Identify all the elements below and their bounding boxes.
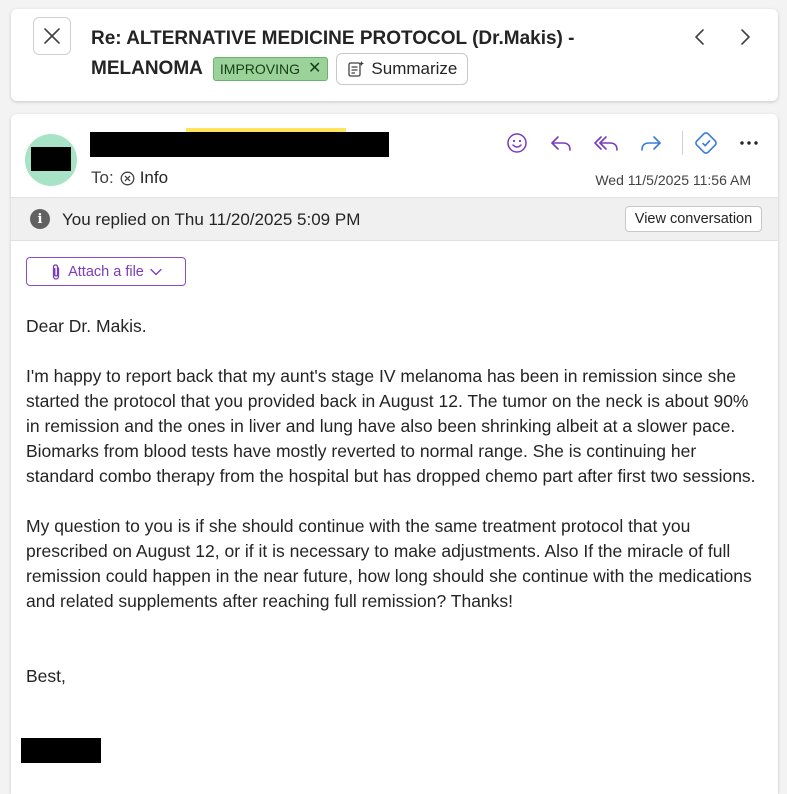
- remove-recipient-icon: [120, 171, 135, 185]
- view-conversation-button[interactable]: View conversation: [625, 206, 762, 232]
- summarize-icon: [348, 61, 365, 77]
- greeting: Dear Dr. Makis.: [26, 316, 147, 336]
- tag-remove-icon[interactable]: ✕: [308, 61, 321, 77]
- close-icon: [44, 28, 60, 44]
- subject-line-1: Re: ALTERNATIVE MEDICINE PROTOCOL (Dr.Ma…: [91, 28, 575, 49]
- copilot-button[interactable]: [691, 128, 721, 158]
- body-paragraph-2: My question to you is if she should cont…: [26, 516, 752, 611]
- email-subject: Re: ALTERNATIVE MEDICINE PROTOCOL (Dr.Ma…: [91, 25, 611, 85]
- closing: Best,: [26, 666, 66, 686]
- avatar[interactable]: [25, 134, 77, 186]
- recipient-chip[interactable]: Info: [120, 168, 168, 188]
- next-message-button[interactable]: [733, 25, 757, 49]
- attach-file-button[interactable]: Attach a file: [26, 257, 186, 286]
- paperclip-icon: [52, 263, 60, 280]
- message-body: Dear Dr. Makis. I'm happy to report back…: [26, 314, 761, 689]
- avatar-redaction: [31, 147, 71, 171]
- chevron-down-icon: [150, 268, 162, 275]
- info-icon: i: [30, 209, 50, 229]
- summarize-label: Summarize: [371, 59, 458, 78]
- close-button[interactable]: [33, 17, 71, 55]
- category-tag[interactable]: IMPROVING ✕: [212, 57, 329, 81]
- toolbar-divider: [682, 131, 683, 155]
- tag-label: IMPROVING: [219, 61, 301, 77]
- sender-name-redaction[interactable]: [90, 132, 389, 157]
- emoji-icon: [507, 133, 527, 153]
- replied-notice: You replied on Thu 11/20/2025 5:09 PM: [62, 210, 361, 229]
- body-paragraph-1: I'm happy to report back that my aunt's …: [26, 366, 756, 486]
- forward-button[interactable]: [636, 128, 666, 158]
- message-date: Wed 11/5/2025 11:56 AM: [595, 172, 751, 188]
- more-actions-button[interactable]: [734, 128, 764, 158]
- summarize-button[interactable]: Summarize: [336, 53, 469, 85]
- chevron-right-icon: [741, 29, 750, 45]
- reply-all-button[interactable]: [591, 128, 621, 158]
- react-button[interactable]: [502, 128, 532, 158]
- info-bar: i You replied on Thu 11/20/2025 5:09 PM …: [11, 197, 778, 241]
- message-pane: To: Info Wed 11/5/2025 11:56 AM i You re…: [11, 114, 778, 794]
- copilot-icon: [695, 132, 717, 154]
- reply-all-icon: [594, 136, 618, 151]
- reply-button[interactable]: [546, 128, 576, 158]
- reply-icon: [551, 136, 571, 151]
- subject-line-2: MELANOMA: [91, 58, 203, 79]
- previous-message-button[interactable]: [688, 25, 712, 49]
- recipient-name: Info: [139, 168, 169, 187]
- to-line: To: Info: [91, 168, 168, 188]
- attach-file-label: Attach a file: [68, 263, 144, 280]
- signature-redaction: [21, 738, 101, 763]
- to-label: To:: [91, 168, 114, 187]
- forward-icon: [641, 136, 661, 151]
- email-header: Re: ALTERNATIVE MEDICINE PROTOCOL (Dr.Ma…: [11, 9, 778, 101]
- more-icon: [740, 141, 758, 145]
- chevron-left-icon: [695, 29, 704, 45]
